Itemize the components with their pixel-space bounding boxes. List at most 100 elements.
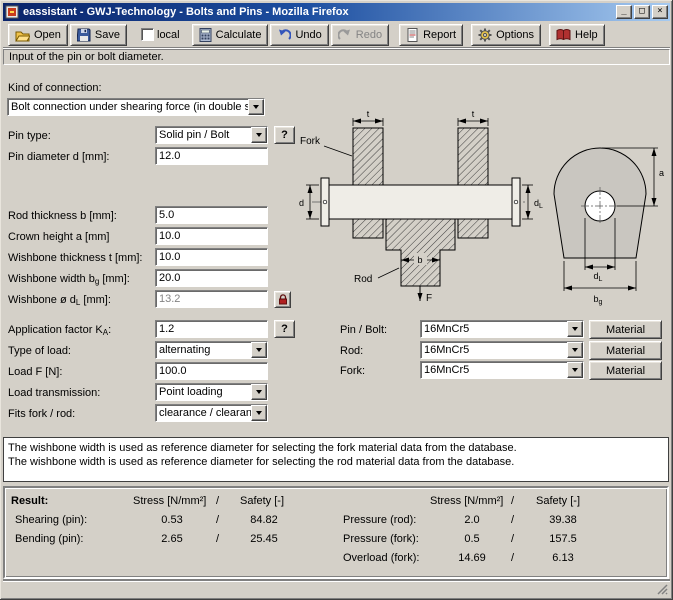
- slash: /: [216, 495, 219, 507]
- label-text: Wishbone ø d: [8, 294, 76, 306]
- rod-material-select[interactable]: 16MnCr5: [420, 341, 584, 359]
- options-button[interactable]: Options: [471, 24, 541, 46]
- pin-type-help-button[interactable]: ?: [274, 126, 295, 144]
- load-transmission-select[interactable]: Point loading: [155, 383, 268, 401]
- slash: /: [511, 552, 514, 564]
- rod-material-button[interactable]: Material: [589, 341, 662, 360]
- pin-type-select[interactable]: Solid pin / Bolt: [155, 126, 268, 144]
- pin-material-dropdown-button[interactable]: [567, 321, 583, 337]
- toolbar: Open Save local Calculate: [3, 22, 670, 48]
- maximize-button[interactable]: □: [634, 5, 650, 19]
- result-stress: 2.0: [443, 514, 501, 526]
- fork-material-button[interactable]: Material: [589, 361, 662, 380]
- load-transmission-label: Load transmission:: [8, 387, 100, 400]
- close-button[interactable]: ×: [652, 5, 668, 19]
- drawing-label-dl-side: dL: [594, 271, 603, 283]
- type-of-load-select[interactable]: alternating: [155, 341, 268, 359]
- drawing-label-dl-front: dL: [534, 198, 543, 210]
- result-row-label: Bending (pin):: [15, 533, 84, 545]
- pin-diameter-label: Pin diameter d [mm]:: [8, 151, 109, 164]
- dimension-t-right: [458, 118, 488, 126]
- wishbone-width-input[interactable]: [155, 269, 268, 287]
- fork-material-select[interactable]: 16MnCr5: [420, 361, 584, 379]
- stress-header-right: Stress [N/mm²]: [430, 495, 503, 507]
- app-icon: [5, 5, 19, 19]
- report-button[interactable]: Report: [399, 24, 463, 46]
- options-label: Options: [496, 29, 534, 41]
- crown-height-input[interactable]: [155, 227, 268, 245]
- kind-of-connection-label: Kind of connection:: [8, 82, 102, 95]
- rod-thickness-input[interactable]: [155, 206, 268, 224]
- redo-arrow-icon: [338, 28, 352, 42]
- wishbone-diameter-label: Wishbone ø dL [mm]:: [8, 294, 111, 309]
- application-factor-label: Application factor KA:: [8, 324, 111, 339]
- load-transmission-value: Point loading: [156, 384, 251, 400]
- result-safety: 84.82: [233, 514, 295, 526]
- stress-header-left: Stress [N/mm²]: [133, 495, 206, 507]
- undo-button[interactable]: Undo: [270, 24, 328, 46]
- type-of-load-dropdown-button[interactable]: [251, 342, 267, 358]
- pin-type-dropdown-button[interactable]: [251, 127, 267, 143]
- kind-of-connection-dropdown-button[interactable]: [248, 99, 264, 115]
- pin-material-button[interactable]: Material: [589, 320, 662, 339]
- chevron-down-icon: [253, 105, 259, 109]
- load-input[interactable]: [155, 362, 268, 380]
- open-button[interactable]: Open: [8, 24, 68, 46]
- type-of-load-label: Type of load:: [8, 345, 71, 358]
- label-text: [mm]:: [80, 294, 111, 306]
- fits-label: Fits fork / rod:: [8, 408, 75, 421]
- result-stress: 0.5: [443, 533, 501, 545]
- pin-type-value: Solid pin / Bolt: [156, 127, 251, 143]
- local-checkbox-label: local: [157, 29, 180, 41]
- help-book-icon: [556, 28, 571, 42]
- minimize-button[interactable]: _: [616, 5, 632, 19]
- pin-material-select[interactable]: 16MnCr5: [420, 320, 584, 338]
- wishbone-diameter-input: [155, 290, 268, 308]
- calculate-button[interactable]: Calculate: [192, 24, 269, 46]
- label-text: Application factor K: [8, 324, 103, 336]
- save-label: Save: [95, 29, 120, 41]
- application-factor-help-button[interactable]: ?: [274, 320, 295, 338]
- local-checkbox[interactable]: [141, 28, 154, 41]
- chevron-down-icon: [256, 133, 262, 137]
- application-factor-input[interactable]: [155, 320, 268, 338]
- fits-dropdown-button[interactable]: [251, 405, 267, 421]
- title-bar: eassistant - GWJ-Technology - Bolts and …: [3, 3, 670, 21]
- chevron-down-icon: [256, 411, 262, 415]
- result-row-label: Shearing (pin):: [15, 514, 87, 526]
- load-transmission-dropdown-button[interactable]: [251, 384, 267, 400]
- open-label: Open: [34, 29, 61, 41]
- rod-material-dropdown-button[interactable]: [567, 342, 583, 358]
- wishbone-diameter-lock-button[interactable]: [274, 291, 291, 308]
- kind-of-connection-value: Bolt connection under shearing force (in…: [8, 99, 248, 115]
- lock-icon: [278, 294, 288, 305]
- resize-grip[interactable]: [656, 583, 668, 595]
- help-button[interactable]: Help: [549, 24, 605, 46]
- cotter-hole-left: [323, 200, 327, 204]
- redo-label: Redo: [356, 29, 382, 41]
- drawing-label-t-left: t: [367, 110, 370, 119]
- pin-type-label: Pin type:: [8, 130, 51, 143]
- message-line: The wishbone width is used as reference …: [8, 441, 664, 455]
- dimension-t-left: [353, 118, 383, 126]
- fork-material-dropdown-button[interactable]: [567, 362, 583, 378]
- drawing-label-t-right: t: [472, 110, 475, 119]
- fork-arm-left: [353, 128, 383, 238]
- redo-button: Redo: [331, 24, 389, 46]
- fits-select[interactable]: clearance / clearanc: [155, 404, 268, 422]
- report-document-icon: [406, 28, 419, 42]
- result-safety: 25.45: [233, 533, 295, 545]
- safety-header-left: Safety [-]: [240, 495, 284, 507]
- pin-diameter-input[interactable]: [155, 147, 268, 165]
- help-label: Help: [575, 29, 598, 41]
- kind-of-connection-select[interactable]: Bolt connection under shearing force (in…: [7, 98, 265, 116]
- save-button[interactable]: Save: [70, 24, 127, 46]
- chevron-down-icon: [572, 327, 578, 331]
- slash: /: [216, 533, 219, 545]
- results-title: Result:: [11, 495, 48, 507]
- app-window: eassistant - GWJ-Technology - Bolts and …: [0, 0, 673, 600]
- result-row-label: Pressure (rod):: [343, 514, 416, 526]
- rod-leader-line: [378, 268, 399, 278]
- wishbone-thickness-input[interactable]: [155, 248, 268, 266]
- result-row-label: Pressure (fork):: [343, 533, 419, 545]
